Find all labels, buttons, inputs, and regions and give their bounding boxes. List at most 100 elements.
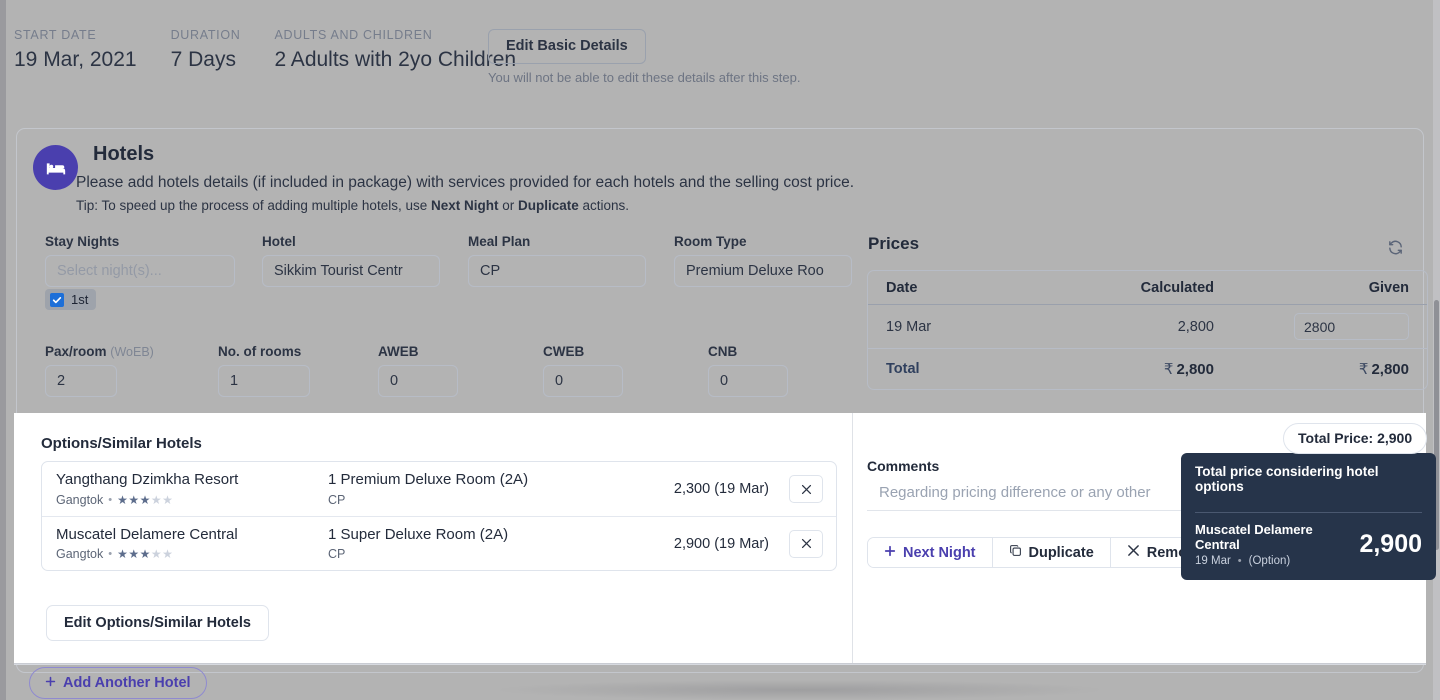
- field-cnb: CNB: [708, 344, 788, 397]
- hotel-action-bar: Next Night Duplicate Remove: [867, 537, 1220, 568]
- field-no-of-rooms: No. of rooms: [218, 344, 310, 397]
- option-price: 2,300 (19 Mar): [648, 481, 789, 497]
- summary-field-start-date: START DATE 19 Mar, 2021: [14, 28, 137, 72]
- stay-nights-selected-list: 1st: [45, 289, 96, 310]
- option-hotel-name: Muscatel Delamere Central: [56, 526, 328, 545]
- field-label: Pax/room (WoEB): [45, 344, 117, 359]
- option-meal-plan: CP: [328, 493, 648, 507]
- option-room-info: 1 Premium Deluxe Room (2A) CP: [328, 471, 648, 507]
- hotel-form-row-1: Stay Nights Hotel Meal Plan Room Type: [45, 234, 852, 287]
- add-another-hotel-label: Add Another Hotel: [63, 675, 191, 691]
- meta-separator-dot: •: [1238, 555, 1242, 567]
- total-calculated: ₹2,800: [1068, 360, 1252, 378]
- prices-title: Prices: [868, 234, 919, 254]
- hotel-input[interactable]: [262, 255, 440, 287]
- duplicate-button[interactable]: Duplicate: [992, 538, 1110, 567]
- copy-icon: [1009, 544, 1022, 561]
- column-header-calculated: Calculated: [1068, 280, 1252, 296]
- field-room-type: Room Type: [674, 234, 852, 287]
- option-price: 2,900 (19 Mar): [648, 536, 789, 552]
- currency-symbol: ₹: [1359, 361, 1369, 378]
- refresh-icon[interactable]: [1384, 236, 1406, 258]
- option-hotel-city: Gangtok: [56, 493, 103, 507]
- option-hotel-city: Gangtok: [56, 547, 103, 561]
- option-hotel-meta: Gangtok • ★★★★★: [56, 547, 328, 561]
- list-item: Muscatel Delamere Central Gangtok • ★★★★…: [42, 516, 836, 570]
- checkbox-checked-icon[interactable]: [50, 293, 64, 307]
- meal-plan-input[interactable]: [468, 255, 646, 287]
- prices-table-header: Date Calculated Given: [868, 271, 1427, 305]
- field-stay-nights: Stay Nights: [45, 234, 235, 287]
- hotel-form-row-2: Pax/room (WoEB) No. of rooms AWEB CWEB: [45, 344, 788, 397]
- total-given-value: 2,800: [1371, 361, 1409, 378]
- field-meal-plan: Meal Plan: [468, 234, 646, 287]
- option-hotel-meta: Gangtok • ★★★★★: [56, 493, 328, 507]
- option-meal-plan: CP: [328, 547, 648, 561]
- table-row: 19 Mar 2,800: [868, 305, 1427, 349]
- bed-icon: [33, 145, 78, 190]
- tooltip-hotel-meta: 19 Mar • (Option): [1195, 555, 1359, 567]
- field-label: Meal Plan: [468, 234, 646, 249]
- field-cweb: CWEB: [543, 344, 623, 397]
- field-label: Hotel: [262, 234, 440, 249]
- app-root: START DATE 19 Mar, 2021 DURATION 7 Days …: [0, 0, 1440, 700]
- next-night-label: Next Night: [903, 545, 976, 561]
- aweb-input[interactable]: [378, 365, 458, 397]
- tip-prefix: Tip: To speed up the process of adding m…: [76, 198, 431, 213]
- tip-mid: or: [498, 198, 518, 213]
- cweb-input[interactable]: [543, 365, 623, 397]
- add-another-hotel-button[interactable]: Add Another Hotel: [29, 667, 207, 699]
- meta-separator-dot: •: [108, 494, 112, 506]
- summary-value: 7 Days: [171, 48, 241, 72]
- field-hotel: Hotel: [262, 234, 440, 287]
- column-header-given: Given: [1252, 280, 1427, 296]
- field-label: AWEB: [378, 344, 458, 359]
- total-price-badge[interactable]: Total Price: 2,900: [1283, 423, 1427, 454]
- panel-divider: [852, 413, 853, 664]
- price-row-calculated: 2,800: [1068, 319, 1252, 335]
- field-label: Stay Nights: [45, 234, 235, 249]
- options-similar-hotels-list: Yangthang Dzimkha Resort Gangtok • ★★★★★…: [41, 461, 837, 571]
- summary-value: 2 Adults with 2yo Children: [274, 48, 516, 72]
- plus-icon: [45, 675, 56, 691]
- edit-basic-details-button[interactable]: Edit Basic Details: [488, 29, 646, 64]
- next-night-button[interactable]: Next Night: [868, 538, 992, 567]
- cnb-input[interactable]: [708, 365, 788, 397]
- summary-value: 19 Mar, 2021: [14, 48, 137, 72]
- hotels-section-title: Hotels: [93, 143, 154, 166]
- page-scrollbar[interactable]: [1433, 0, 1440, 700]
- night-chip-1st[interactable]: 1st: [45, 289, 96, 310]
- edit-basic-details-note: You will not be able to edit these detai…: [488, 70, 800, 85]
- price-row-given-cell: [1252, 313, 1427, 340]
- currency-symbol: ₹: [1164, 361, 1174, 378]
- field-label: CNB: [708, 344, 788, 359]
- summary-field-duration: DURATION 7 Days: [171, 28, 241, 72]
- bottom-shadow: [500, 680, 1100, 700]
- edit-options-similar-hotels-button[interactable]: Edit Options/Similar Hotels: [46, 605, 269, 641]
- tooltip-hotel-block: Muscatel Delamere Central 19 Mar • (Opti…: [1195, 522, 1359, 567]
- tooltip-type: (Option): [1249, 555, 1291, 567]
- tip-next-night: Next Night: [431, 198, 499, 213]
- close-icon: [1127, 544, 1140, 561]
- tooltip-amount: 2,900: [1359, 532, 1422, 557]
- close-icon[interactable]: [789, 530, 823, 558]
- given-price-input[interactable]: [1294, 313, 1409, 340]
- stay-nights-input[interactable]: [45, 255, 235, 287]
- prices-table: Date Calculated Given 19 Mar 2,800 Total…: [867, 270, 1428, 390]
- room-type-input[interactable]: [674, 255, 852, 287]
- panel-bottom-border: [14, 663, 1426, 664]
- no-of-rooms-input[interactable]: [218, 365, 310, 397]
- trip-summary-bar: START DATE 19 Mar, 2021 DURATION 7 Days …: [0, 0, 1440, 110]
- field-aweb: AWEB: [378, 344, 458, 397]
- trip-summary-fields: START DATE 19 Mar, 2021 DURATION 7 Days …: [14, 28, 550, 72]
- tooltip-hotel-name: Muscatel Delamere Central: [1195, 522, 1359, 552]
- close-icon[interactable]: [789, 475, 823, 503]
- summary-label: ADULTS AND CHILDREN: [274, 28, 516, 42]
- field-label: No. of rooms: [218, 344, 310, 359]
- pax-per-room-input[interactable]: [45, 365, 117, 397]
- plus-icon: [884, 545, 896, 561]
- field-label-muted: (WoEB): [110, 345, 154, 359]
- tip-suffix: actions.: [579, 198, 629, 213]
- hotels-section-description: Please add hotels details (if included i…: [76, 174, 854, 192]
- tooltip-divider: [1195, 512, 1422, 513]
